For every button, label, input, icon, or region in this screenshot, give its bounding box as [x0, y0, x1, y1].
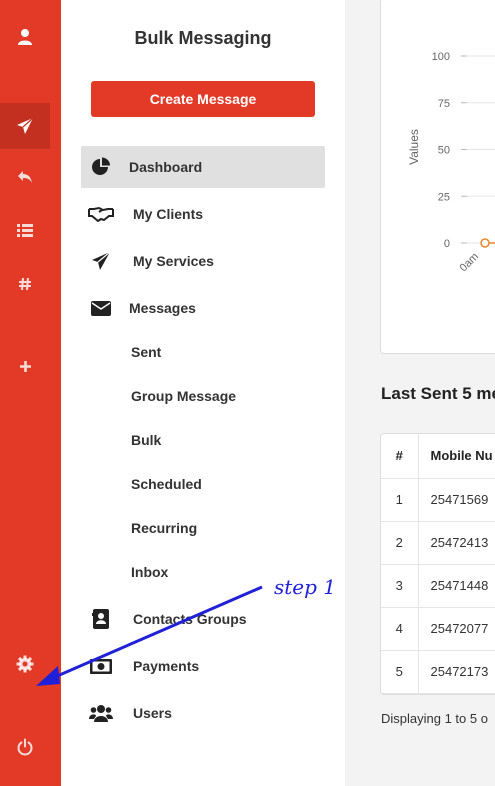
row-index: 1 — [381, 478, 419, 522]
nav-sub-scheduled[interactable]: Scheduled — [131, 476, 202, 492]
table-row[interactable]: 4 25472077 — [381, 607, 495, 651]
y-tick-label: 100 — [432, 51, 450, 63]
reply-icon[interactable] — [0, 154, 50, 200]
pagination-summary: Displaying 1 to 5 o — [381, 711, 488, 726]
row-mobile-number: 25471448 — [418, 564, 495, 608]
table-row[interactable]: 5 25472173 — [381, 650, 495, 694]
nav-item-my-services[interactable]: My Services — [81, 240, 325, 282]
table-header-row: # Mobile Nu — [381, 434, 495, 479]
nav-label: My Clients — [133, 206, 204, 222]
pie-chart-icon — [81, 157, 121, 177]
data-point — [480, 238, 490, 248]
table-row[interactable]: 1 25471569 — [381, 478, 495, 522]
y-tick-label: 75 — [438, 98, 450, 110]
recent-messages-title: Last Sent 5 me — [381, 384, 495, 403]
row-mobile-number: 25471569 — [418, 478, 495, 522]
icon-rail — [0, 0, 61, 786]
row-index: 2 — [381, 521, 419, 565]
y-tick-label: 25 — [438, 191, 450, 203]
row-mobile-number: 25472173 — [418, 650, 495, 694]
nav-label: Messages — [129, 300, 196, 316]
plus-icon[interactable] — [0, 343, 50, 389]
money-bill-icon — [81, 658, 121, 674]
paper-plane-icon — [81, 251, 121, 271]
row-index: 4 — [381, 607, 419, 651]
recent-messages-table-card: # Mobile Nu 1 25471569 2 25472413 3 25471448 4… — [380, 433, 495, 695]
recent-messages-table: # Mobile Nu 1 25471569 2 25472413 3 25471448 4… — [381, 434, 495, 694]
nav-label: Users — [133, 705, 172, 721]
row-mobile-number: 25472413 — [418, 521, 495, 565]
hashtag-icon[interactable] — [0, 261, 50, 307]
nav-item-contacts-groups[interactable]: Contacts Groups — [81, 598, 325, 640]
annotation-step-label: step 1 — [274, 575, 337, 599]
nav-sub-inbox[interactable]: Inbox — [131, 564, 168, 580]
user-icon[interactable] — [0, 14, 50, 60]
gear-icon[interactable] — [0, 641, 50, 687]
column-header-mobile: Mobile Nu — [418, 434, 495, 479]
table-row[interactable]: 3 25471448 — [381, 564, 495, 608]
y-tick-label: 0 — [444, 238, 450, 250]
envelope-icon — [81, 300, 121, 316]
line-chart: 100 75 50 25 0 Values 0am — [407, 51, 495, 275]
nav-sub-bulk[interactable]: Bulk — [131, 432, 161, 448]
nav-label: My Services — [133, 253, 214, 269]
nav-label: Payments — [133, 658, 200, 674]
handshake-icon — [81, 206, 121, 222]
nav-item-messages[interactable]: Messages — [81, 287, 325, 329]
x-tick-label: 0am — [457, 251, 481, 275]
nav-sub-group-message[interactable]: Group Message — [131, 388, 236, 404]
y-tick-label: 50 — [438, 145, 450, 157]
address-book-icon — [81, 609, 121, 629]
nav-label: Dashboard — [129, 159, 203, 175]
nav-item-dashboard[interactable]: Dashboard — [81, 146, 325, 188]
list-icon[interactable] — [0, 207, 50, 253]
main-content: 100 75 50 25 0 Values 0am Last Sent 5 me # Mob… — [380, 0, 495, 786]
users-icon — [81, 704, 121, 722]
create-message-button[interactable]: Create Message — [91, 81, 315, 117]
row-index: 5 — [381, 650, 419, 694]
nav-label: Contacts Groups — [133, 611, 247, 627]
row-mobile-number: 25472077 — [418, 607, 495, 651]
column-header-index: # — [381, 434, 419, 479]
nav-sub-recurring[interactable]: Recurring — [131, 520, 197, 536]
nav-item-payments[interactable]: Payments — [81, 645, 325, 687]
chart-card: 100 75 50 25 0 Values 0am — [380, 0, 495, 354]
nav-item-users[interactable]: Users — [81, 692, 325, 734]
power-icon[interactable] — [0, 724, 50, 770]
app-title: Bulk Messaging — [134, 28, 272, 48]
table-row[interactable]: 2 25472413 — [381, 521, 495, 565]
nav-item-my-clients[interactable]: My Clients — [81, 193, 325, 235]
y-axis-label: Values — [407, 129, 421, 165]
row-index: 3 — [381, 564, 419, 608]
side-nav: Bulk Messaging Create Message Dashboard … — [61, 0, 345, 786]
content-gutter — [345, 0, 380, 786]
nav-sub-sent[interactable]: Sent — [131, 344, 161, 360]
send-icon[interactable] — [0, 103, 50, 149]
